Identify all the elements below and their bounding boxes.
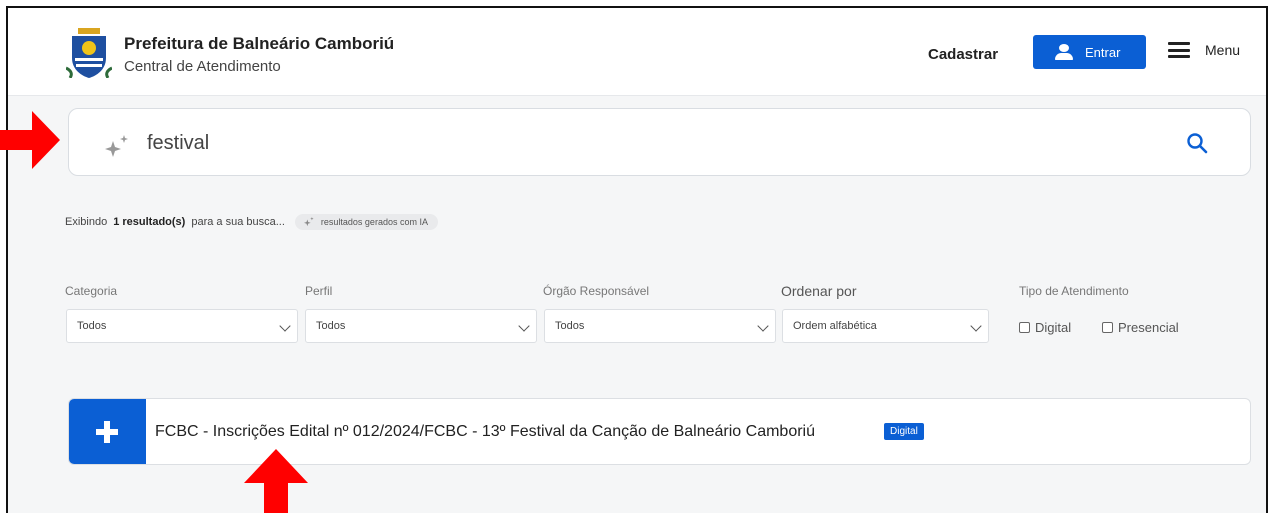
plus-icon[interactable] [69,399,146,464]
register-link[interactable]: Cadastrar [928,46,998,63]
profile-filter-label: Perfil [305,284,333,298]
in-person-checkbox-label: Presencial [1118,320,1179,335]
chevron-down-icon [970,320,982,332]
result-title[interactable]: FCBC - Inscrições Edital nº 012/2024/FCB… [155,423,815,441]
category-filter-label: Categoria [65,284,118,298]
search-bar[interactable] [68,108,1251,176]
search-icon[interactable] [1186,132,1208,154]
login-button-label: Entrar [1085,44,1121,60]
category-select[interactable]: Todos [66,309,298,343]
service-type-label: Tipo de Atendimento [1019,284,1129,298]
menu-label: Menu [1205,42,1241,58]
chevron-down-icon [279,320,291,332]
in-person-checkbox[interactable]: Presencial [1102,320,1179,335]
sort-select[interactable]: Ordem alfabética [782,309,989,343]
sparkle-icon [105,135,128,157]
digital-checkbox-label: Digital [1035,320,1072,335]
sort-select-value: Ordem alfabética [793,320,877,332]
chevron-down-icon [757,320,769,332]
digital-checkbox[interactable]: Digital [1019,320,1071,335]
brand-title: Prefeitura de Balneário Camboriú [124,34,395,53]
crest-logo-icon[interactable] [66,28,112,78]
checkbox-box[interactable] [1102,322,1113,333]
summary-prefix: Exibindo [65,216,108,228]
ai-results-chip: resultados gerados com IA [294,214,438,230]
chevron-down-icon [518,320,530,332]
arrow-up-icon [244,449,308,513]
profile-select-value: Todos [316,320,346,332]
arrow-right-icon [0,111,60,169]
ai-chip-label: resultados gerados com IA [320,217,428,227]
results-summary: Exibindo 1 resultado(s) para a sua busca… [65,214,438,230]
hamburger-menu-icon [1168,42,1190,58]
sort-filter-label: Ordenar por [781,283,857,299]
sparkle-icon [303,217,314,227]
summary-count: 1 resultado(s) [113,216,186,228]
agency-select-value: Todos [555,320,585,332]
agency-filter-label: Órgão Responsável [543,284,650,298]
checkbox-box[interactable] [1019,322,1030,333]
menu-button[interactable]: Menu [1168,42,1240,58]
browser-viewport: Prefeitura de Balneário Camboriú Central… [6,6,1268,513]
search-input[interactable] [147,129,947,157]
agency-select[interactable]: Todos [544,309,776,343]
user-icon [1055,44,1073,60]
profile-select[interactable]: Todos [305,309,537,343]
brand-subtitle: Central de Atendimento [124,58,281,75]
login-button[interactable]: Entrar [1033,35,1146,69]
summary-suffix: para a sua busca... [191,216,285,228]
category-select-value: Todos [77,320,107,332]
digital-badge: Digital [884,423,924,440]
top-navbar: Prefeitura de Balneário Camboriú Central… [8,8,1266,96]
